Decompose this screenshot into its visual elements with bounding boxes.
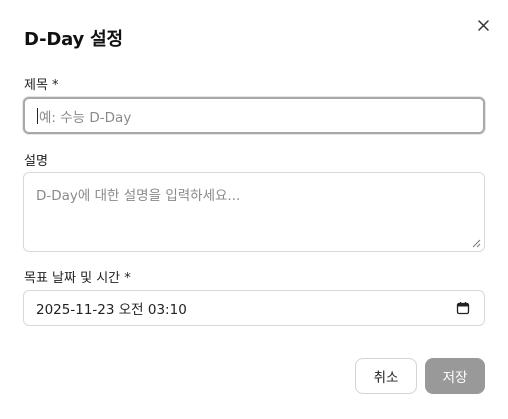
title-input[interactable]: 예: 수능 D-Day (23, 97, 485, 134)
dialog-title: D-Day 설정 (24, 29, 123, 50)
description-placeholder: D-Day에 대한 설명을 입력하세요... (36, 188, 241, 204)
close-icon (477, 19, 489, 31)
title-input-placeholder: 예: 수능 D-Day (39, 109, 132, 126)
cancel-button[interactable]: 취소 (355, 358, 417, 394)
datetime-field-label: 목표 날짜 및 시간 * (24, 271, 131, 286)
description-textarea[interactable]: D-Day에 대한 설명을 입력하세요... (23, 172, 485, 252)
description-field-label: 설명 (24, 154, 48, 169)
close-button[interactable] (472, 14, 494, 36)
save-button[interactable]: 저장 (425, 358, 485, 394)
datetime-value: 2025-11-23 오전 03:10 (36, 302, 187, 318)
dday-settings-dialog: D-Day 설정 제목 * 예: 수능 D-Day 설명 D-Day에 대한 설… (0, 0, 508, 419)
title-field-label: 제목 * (24, 78, 59, 93)
resize-handle-icon[interactable] (472, 239, 481, 248)
calendar-icon[interactable] (456, 301, 470, 315)
datetime-input[interactable]: 2025-11-23 오전 03:10 (23, 290, 485, 326)
text-caret (37, 107, 38, 124)
